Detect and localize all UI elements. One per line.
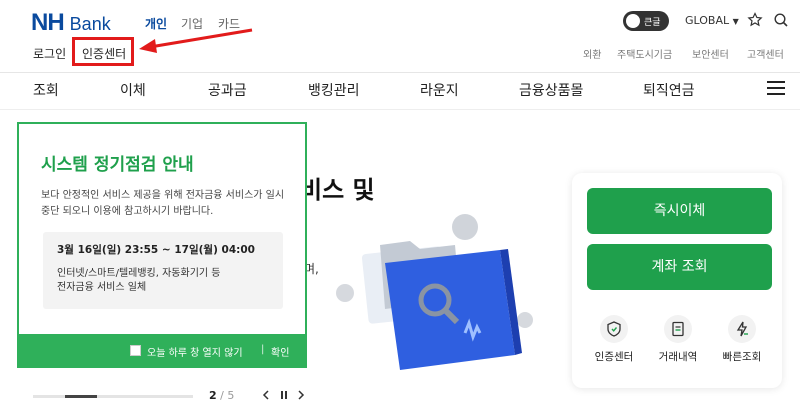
quick-item-cert-label: 인증센터: [594, 351, 634, 363]
slide-progress-bar: [33, 395, 193, 398]
quick-item-fast-label: 빠른조회: [722, 351, 762, 363]
slide-total: / 5: [220, 389, 235, 402]
nav-lounge[interactable]: 라운지: [420, 80, 459, 100]
star-icon[interactable]: [747, 12, 763, 28]
prev-slide-icon[interactable]: [262, 390, 270, 400]
shield-icon: [600, 315, 628, 343]
large-text-toggle[interactable]: 큰글: [623, 11, 669, 31]
dont-show-label[interactable]: 오늘 하루 창 열지 않기: [147, 344, 243, 359]
nav-financial-products[interactable]: 금융상품몰: [519, 80, 583, 100]
quick-menu-card: 즉시이체 계좌 조회 인증센터 거래내역 빠른조회: [572, 173, 782, 388]
nh-bank-logo[interactable]: NH Bank: [31, 9, 111, 37]
dont-show-checkbox[interactable]: [130, 345, 141, 356]
slide-progress-fill: [65, 395, 97, 398]
util-customer-center[interactable]: 고객센터: [747, 46, 784, 61]
global-language-select[interactable]: GLOBAL ▼: [685, 14, 739, 27]
maintenance-popup: 시스템 정기점검 안내 보다 안정적인 서비스 제공을 위해 전자금융 서비스가…: [17, 122, 307, 368]
quick-item-fast-inquiry[interactable]: 빠른조회: [712, 315, 772, 364]
nav-retirement-pension[interactable]: 퇴직연금: [643, 80, 695, 100]
annotation-arrow: [139, 28, 253, 53]
scope-line-2: 전자금융 서비스 일체: [57, 282, 147, 293]
popup-footer: 오늘 하루 창 열지 않기 | 확인: [17, 334, 307, 368]
next-slide-icon[interactable]: [297, 390, 305, 400]
schedule-box: 3월 16일(일) 23:55 ~ 17일(월) 04:00 인터넷/스마트/텔…: [43, 232, 283, 309]
popup-description: 보다 안정적인 서비스 제공을 위해 전자금융 서비스가 일시 중단 되오니 이…: [41, 190, 285, 217]
quick-item-cert[interactable]: 인증센터: [584, 315, 644, 364]
toggle-label: 큰글: [644, 18, 661, 28]
instant-transfer-button[interactable]: 즉시이체: [587, 188, 772, 234]
account-inquiry-button[interactable]: 계좌 조회: [587, 244, 772, 290]
toggle-knob: [626, 14, 640, 28]
menu-icon[interactable]: [767, 80, 785, 96]
login-link[interactable]: 로그인: [33, 45, 66, 62]
nav-divider: [0, 109, 800, 110]
header-divider: [0, 72, 800, 73]
nav-transfer[interactable]: 이체: [120, 80, 146, 100]
hero-title: 비스 및: [300, 176, 375, 204]
nav-banking-mgmt[interactable]: 뱅킹관리: [308, 80, 360, 100]
footer-separator: |: [261, 344, 265, 355]
lightning-icon: [728, 315, 756, 343]
popup-title: 시스템 정기점검 안내: [41, 155, 194, 175]
receipt-icon: [664, 315, 692, 343]
annotation-highlight-box: [72, 37, 134, 66]
util-housing-fund[interactable]: 주택도시기금: [617, 46, 672, 61]
logo-nh-text: NH: [31, 9, 65, 36]
logo-bank-text: Bank: [69, 14, 111, 34]
util-forex[interactable]: 외환: [583, 46, 601, 61]
util-security-center[interactable]: 보안센터: [692, 46, 729, 61]
scope-line-1: 인터넷/스마트/텔레뱅킹, 자동화기기 등: [57, 268, 221, 279]
search-icon[interactable]: [773, 12, 789, 28]
caret-down-icon: ▼: [732, 17, 739, 26]
quick-item-history[interactable]: 거래내역: [648, 315, 708, 364]
confirm-button[interactable]: 확인: [271, 344, 289, 359]
nav-inquiry[interactable]: 조회: [33, 80, 59, 100]
quick-item-history-label: 거래내역: [658, 351, 698, 363]
slide-counter: 2 / 5: [209, 389, 234, 402]
schedule-time: 3월 16일(일) 23:55 ~ 17일(월) 04:00: [57, 244, 255, 256]
nav-utility-bills[interactable]: 공과금: [208, 80, 247, 100]
folder-illustration: [336, 214, 533, 370]
global-label: GLOBAL: [685, 14, 730, 27]
slide-current: 2: [209, 389, 217, 402]
pause-icon[interactable]: [280, 390, 288, 400]
